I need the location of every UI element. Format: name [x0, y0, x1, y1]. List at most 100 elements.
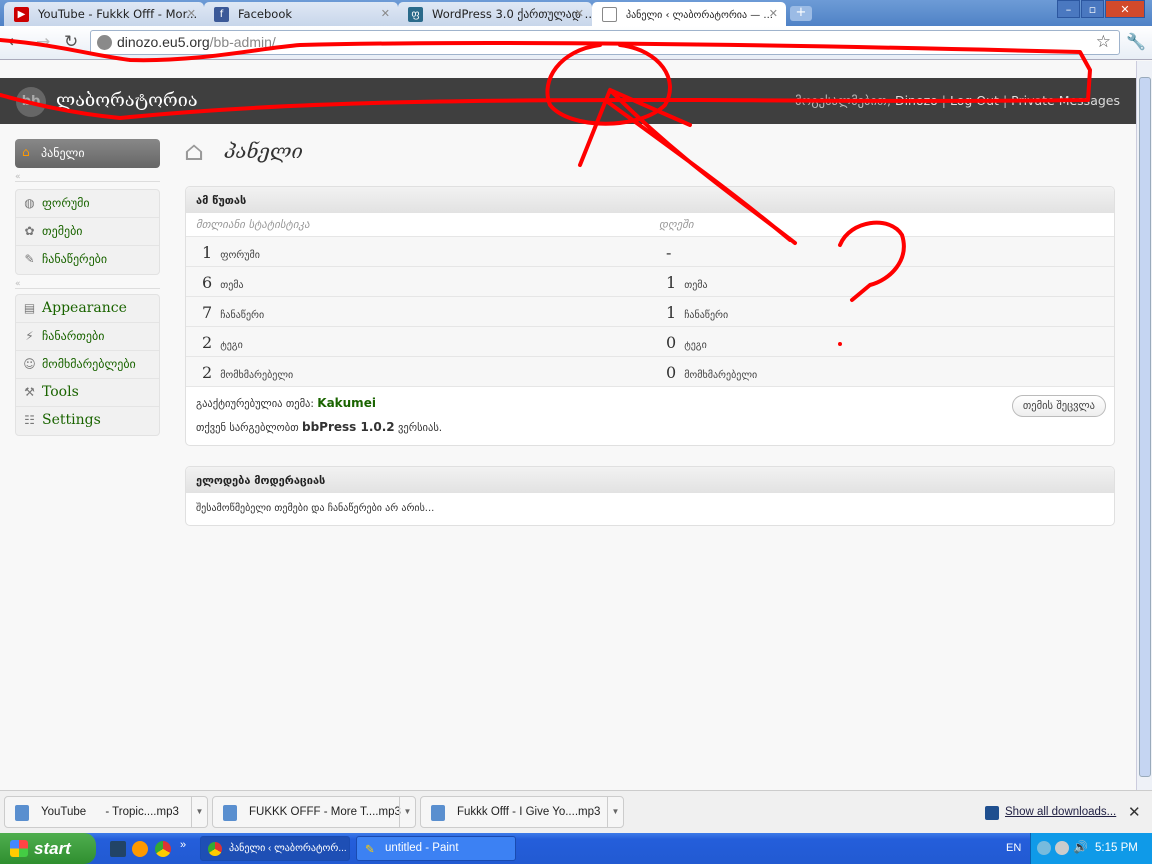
- address-bar[interactable]: dinozo.eu5.org/bb-admin/ ☆: [90, 30, 1120, 55]
- moderation-text: შესამოწმებელი თემები და ჩანაწერები არ არ…: [196, 503, 435, 514]
- sidebar-item-appearance[interactable]: ▤ Appearance: [16, 295, 159, 323]
- facebook-icon: f: [214, 7, 229, 22]
- panel-header: ელოდება მოდერაციას: [186, 467, 1114, 493]
- sidebar-item-label: პანელი: [41, 146, 85, 160]
- wrench-icon[interactable]: 🔧: [1126, 32, 1146, 51]
- total-count: 1: [202, 243, 213, 262]
- windows-taskbar: start » პანელი ‹ ლაბორატორ... ✎ untitled …: [0, 833, 1152, 864]
- tab-dashboard[interactable]: პანელი ‹ ლაბორატორია — ... ✕: [592, 2, 786, 26]
- total-label: ჩანაწერი: [220, 310, 265, 321]
- sidebar-item-forums[interactable]: ◍ ფორუმი: [16, 190, 159, 218]
- page-scrollbar[interactable]: [1136, 61, 1152, 790]
- taskbar-window-paint[interactable]: ✎ untitled - Paint: [356, 836, 516, 861]
- audio-file-icon: [223, 805, 237, 821]
- quicklaunch-icon[interactable]: [110, 841, 126, 857]
- browser-toolbar: ← → ↻ dinozo.eu5.org/bb-admin/ ☆ 🔧: [0, 26, 1152, 60]
- chevron-down-icon[interactable]: ▼: [607, 797, 623, 827]
- sidebar-item-label: ჩანართები: [42, 329, 105, 343]
- show-all-downloads-link[interactable]: Show all downloads...: [985, 806, 1116, 820]
- tray-expand-icon[interactable]: [1037, 841, 1051, 855]
- total-cell[interactable]: 6 თემა: [202, 273, 244, 292]
- sidebar-item-topics[interactable]: ✿ თემები: [16, 218, 159, 246]
- chevron-down-icon[interactable]: ▼: [399, 797, 415, 827]
- total-cell[interactable]: 1 ფორუმი: [202, 243, 260, 262]
- theme-name-link[interactable]: Kakumei: [317, 396, 376, 410]
- download-item[interactable]: FUKKK OFFF - More T....mp3 ▼: [212, 796, 416, 828]
- collapse-menu-toggle[interactable]: «: [15, 172, 160, 182]
- user-links: მოგესალმებით, Dinozo | Log Out | Private…: [795, 93, 1120, 108]
- sidebar-item-users[interactable]: ☺ მომხმარებლები: [16, 351, 159, 379]
- settings-icon: ☷: [24, 413, 35, 427]
- day-cell: 1 ჩანაწერი: [666, 303, 728, 322]
- moderation-panel: ელოდება მოდერაციას შესამოწმებელი თემები …: [185, 466, 1115, 526]
- col-day-header: დღეში: [659, 218, 694, 231]
- collapse-menu-toggle[interactable]: «: [15, 279, 160, 289]
- close-downloads-icon[interactable]: ✕: [1128, 803, 1141, 821]
- sidebar-item-label: Appearance: [42, 300, 127, 316]
- taskbar-window-chrome[interactable]: პანელი ‹ ლაბორატორ...: [200, 836, 350, 861]
- sidebar-item-dashboard[interactable]: ⌂ პანელი: [15, 139, 160, 168]
- tab-facebook[interactable]: f Facebook ✕: [204, 2, 398, 26]
- firefox-icon[interactable]: [132, 841, 148, 857]
- users-icon: ☺: [23, 357, 36, 371]
- youtube-icon: ▶: [14, 7, 29, 22]
- chevron-down-icon[interactable]: ▼: [191, 797, 207, 827]
- clock[interactable]: 5:15 PM: [1095, 842, 1138, 854]
- volume-icon[interactable]: 🔊: [1073, 840, 1088, 854]
- welcome-text: მოგესალმებით,: [795, 93, 895, 108]
- tab-youtube[interactable]: ▶ YouTube - Fukkk Offf - Mor... ✕: [4, 2, 204, 26]
- close-window-button[interactable]: ✕: [1105, 0, 1145, 18]
- start-button[interactable]: start: [0, 833, 96, 864]
- total-cell[interactable]: 2 მომხმარებელი: [202, 363, 293, 382]
- sidebar-item-label: თემები: [42, 224, 83, 238]
- start-label: start: [34, 839, 71, 858]
- day-count: 1: [666, 273, 677, 292]
- close-tab-icon[interactable]: ✕: [187, 7, 196, 20]
- language-indicator[interactable]: EN: [1006, 842, 1021, 854]
- total-cell[interactable]: 7 ჩანაწერი: [202, 303, 264, 322]
- day-cell: -: [666, 243, 679, 262]
- day-count: 1: [666, 303, 677, 322]
- sidebar-item-posts[interactable]: ✎ ჩანაწერები: [16, 246, 159, 274]
- theme-label: გააქტიურებულია თემა:: [196, 398, 318, 410]
- day-label: ჩანაწერი: [684, 310, 729, 321]
- maximize-button[interactable]: ▫: [1081, 0, 1104, 18]
- right-now-panel: ამ წუთას მთლიანი სტატისტიკა დღეში 1 ფორუმ…: [185, 186, 1115, 446]
- chrome-icon[interactable]: [155, 841, 171, 857]
- new-tab-button[interactable]: +: [790, 6, 812, 21]
- sidebar-item-plugins[interactable]: ⚡ ჩანართები: [16, 323, 159, 351]
- scrollbar-thumb[interactable]: [1139, 77, 1151, 777]
- browser-tab-strip: ▶ YouTube - Fukkk Offf - Mor... ✕ f Faceboo…: [0, 0, 1152, 26]
- close-tab-icon[interactable]: ✕: [769, 7, 778, 20]
- page-icon: [602, 7, 617, 22]
- logout-link[interactable]: Log Out: [950, 93, 999, 108]
- username-link[interactable]: Dinozo: [895, 93, 938, 108]
- bookmark-star-icon[interactable]: ☆: [1096, 32, 1111, 52]
- back-icon[interactable]: ←: [8, 32, 22, 52]
- reload-icon[interactable]: ↻: [64, 32, 78, 52]
- total-label: ფორუმი: [220, 250, 260, 261]
- close-tab-icon[interactable]: ✕: [381, 7, 390, 20]
- plugin-icon: ⚡: [25, 329, 34, 343]
- total-cell[interactable]: 2 ტეგი: [202, 333, 243, 352]
- tab-title: WordPress 3.0 ქართულად ...: [432, 7, 592, 21]
- more-icon[interactable]: »: [180, 839, 186, 851]
- tray-app-icon[interactable]: [1055, 841, 1069, 855]
- change-theme-button[interactable]: თემის შეცვლა: [1011, 395, 1106, 417]
- forward-icon[interactable]: →: [36, 32, 50, 52]
- download-item[interactable]: YouTube - Tropic....mp3 ▼: [4, 796, 208, 828]
- bbpress-logo[interactable]: bb: [16, 87, 46, 117]
- sidebar-item-settings[interactable]: ☷ Settings: [16, 407, 159, 435]
- sidebar-item-tools[interactable]: ⚒ Tools: [16, 379, 159, 407]
- site-title[interactable]: ლაბორატორია: [56, 90, 198, 111]
- window-label: untitled - Paint: [385, 842, 459, 854]
- tab-wordpress[interactable]: ფ WordPress 3.0 ქართულად ... ✕: [398, 2, 592, 26]
- close-tab-icon[interactable]: ✕: [575, 7, 584, 20]
- sidebar-item-label: ფორუმი: [42, 196, 90, 210]
- minimize-button[interactable]: –: [1057, 0, 1080, 18]
- private-messages-link[interactable]: Private Messages: [1011, 93, 1120, 108]
- total-count: 6: [202, 273, 213, 292]
- stat-row: 6 თემა 1 თემა: [186, 267, 1114, 297]
- download-item[interactable]: Fukkk Offf - I Give Yo....mp3 ▼: [420, 796, 624, 828]
- total-label: მომხმარებელი: [220, 370, 294, 381]
